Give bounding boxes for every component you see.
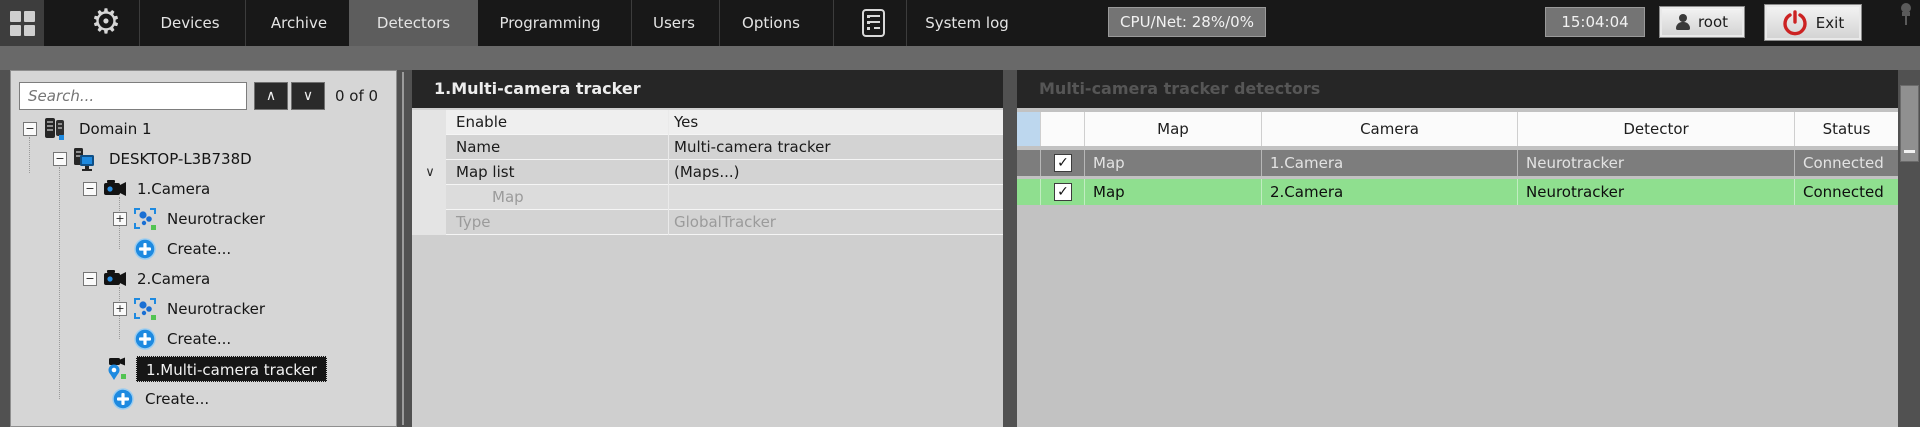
detector-table-row[interactable]: ✓ Map 2.Camera Neurotracker Connected <box>1017 179 1898 205</box>
create-icon <box>134 328 156 350</box>
cell-camera: 1.Camera <box>1262 150 1518 176</box>
property-value[interactable]: Multi-camera tracker <box>674 135 831 160</box>
panel-scrollbar[interactable] <box>1900 85 1919 162</box>
property-value[interactable]: (Maps...) <box>674 160 739 185</box>
cell-map: Map <box>1085 150 1262 176</box>
user-name: root <box>1697 13 1729 31</box>
tab-separator <box>245 0 246 46</box>
tab-archive[interactable]: Archive <box>256 0 342 46</box>
header-checkbox-column <box>1041 112 1085 146</box>
panel-splitter[interactable] <box>402 72 404 425</box>
chevron-down-icon[interactable]: ∨ <box>420 160 440 185</box>
exit-label: Exit <box>1815 13 1845 32</box>
domain-icon <box>45 118 64 140</box>
property-value[interactable]: Yes <box>674 110 698 135</box>
tree-collapse-toggle[interactable]: − <box>83 272 97 286</box>
objects-tree-panel: ∧ ∨ 0 of 0 − Domain 1 − <box>10 70 397 427</box>
power-icon <box>1783 9 1807 35</box>
exit-button[interactable]: Exit <box>1764 4 1862 41</box>
detectors-panel-header: Multi-camera tracker detectors <box>1017 70 1898 108</box>
user-button[interactable]: root <box>1659 6 1745 38</box>
clock-indicator: 15:04:04 <box>1545 7 1645 37</box>
neurotracker-icon <box>134 208 156 230</box>
gear-icon[interactable]: ⚙ <box>86 0 126 46</box>
row-checkbox[interactable]: ✓ <box>1054 183 1072 201</box>
tree-row-create-detector-2[interactable]: Create... <box>11 324 396 354</box>
tree-row-create-detector-1[interactable]: Create... <box>11 234 396 264</box>
user-icon <box>1675 14 1690 30</box>
create-icon <box>112 388 134 410</box>
tab-separator <box>719 0 720 46</box>
cpu-net-indicator: CPU/Net: 28%/0% <box>1108 7 1266 37</box>
tree-collapse-toggle[interactable]: − <box>53 152 67 166</box>
tab-devices[interactable]: Devices <box>146 0 234 46</box>
tab-system-log[interactable]: System log <box>914 0 1020 46</box>
tab-separator <box>631 0 632 46</box>
search-input[interactable] <box>19 82 247 110</box>
search-next-button[interactable]: ∨ <box>291 82 325 110</box>
cell-detector: Neurotracker <box>1518 179 1795 205</box>
camera-icon <box>104 270 126 286</box>
tab-detectors[interactable]: Detectors <box>349 0 478 46</box>
property-row-map-list[interactable]: ∨ Map list (Maps...) <box>425 160 1003 185</box>
create-icon <box>134 238 156 260</box>
property-row-name[interactable]: Name Multi-camera tracker <box>446 135 1003 160</box>
app-menu-button[interactable] <box>0 0 44 46</box>
tree-row-neurotracker-2[interactable]: + Neurotracker <box>11 294 396 324</box>
selected-tree-item-label: 1.Multi-camera tracker <box>136 356 327 382</box>
property-row-type: Type GlobalTracker <box>446 210 1003 235</box>
tree-row-create-tracker[interactable]: Create... <box>11 384 396 414</box>
host-icon <box>74 148 94 171</box>
row-checkbox[interactable]: ✓ <box>1054 154 1072 172</box>
pin-icon[interactable] <box>1897 2 1915 28</box>
app-menu-icon <box>9 10 35 36</box>
neurotracker-icon <box>134 298 156 320</box>
tree-row-neurotracker-1[interactable]: + Neurotracker <box>11 204 396 234</box>
multi-camera-tracker-icon <box>108 357 126 380</box>
tab-separator <box>906 0 907 46</box>
tree-row-domain[interactable]: − Domain 1 <box>11 114 396 144</box>
log-panel-icon[interactable] <box>862 9 885 37</box>
cell-status status-badge: Connected <box>1803 154 1884 172</box>
application-window: ⚙ Devices Archive Detectors Programming … <box>0 0 1920 427</box>
tab-programming[interactable]: Programming <box>480 0 620 46</box>
tree-row-camera-1[interactable]: − 1.Camera <box>11 174 396 204</box>
column-header-detector[interactable]: Detector <box>1518 112 1795 146</box>
tree-expand-toggle[interactable]: + <box>113 212 127 226</box>
tab-options[interactable]: Options <box>730 0 812 46</box>
cell-map: Map <box>1085 179 1262 205</box>
tree-collapse-toggle[interactable]: − <box>83 182 97 196</box>
search-match-count: 0 of 0 <box>335 87 379 105</box>
properties-panel-title: 1.Multi-camera tracker <box>434 79 641 98</box>
tab-separator <box>833 0 834 46</box>
camera-icon <box>104 180 126 196</box>
tab-users[interactable]: Users <box>639 0 709 46</box>
detectors-table-header: Map Camera Detector Status <box>1017 112 1898 146</box>
column-header-map[interactable]: Map <box>1085 112 1262 146</box>
property-row-enable[interactable]: Enable Yes <box>446 110 1003 135</box>
tree-row-camera-2[interactable]: − 2.Camera <box>11 264 396 294</box>
properties-panel: 1.Multi-camera tracker Enable Yes Name M… <box>412 70 1003 427</box>
column-header-status[interactable]: Status <box>1795 112 1898 146</box>
properties-panel-header: 1.Multi-camera tracker <box>412 70 1003 108</box>
property-value: GlobalTracker <box>674 213 776 231</box>
property-grid: Enable Yes Name Multi-camera tracker ∨ M… <box>412 110 1003 235</box>
detector-table-row[interactable]: ✓ Map 1.Camera Neurotracker Connected <box>1017 150 1898 176</box>
tree-expand-toggle[interactable]: + <box>113 302 127 316</box>
property-row-map[interactable]: Map <box>446 185 1003 210</box>
detectors-table-panel: Multi-camera tracker detectors Map Camer… <box>1017 70 1898 427</box>
cell-detector: Neurotracker <box>1518 150 1795 176</box>
column-header-camera[interactable]: Camera <box>1262 112 1518 146</box>
header-corner-cell <box>1017 112 1041 146</box>
window-gap <box>0 46 1920 70</box>
cell-status status-badge: Connected <box>1803 183 1884 201</box>
top-bar: ⚙ Devices Archive Detectors Programming … <box>0 0 1920 46</box>
cell-camera: 2.Camera <box>1262 179 1518 205</box>
detectors-panel-title: Multi-camera tracker detectors <box>1039 79 1321 98</box>
search-prev-button[interactable]: ∧ <box>254 82 288 110</box>
tree-collapse-toggle[interactable]: − <box>23 122 37 136</box>
tree-row-multi-camera-tracker[interactable]: 1.Multi-camera tracker <box>11 354 396 384</box>
tab-separator <box>139 0 140 46</box>
tree-row-host[interactable]: − DESKTOP-L3B738D <box>11 144 396 174</box>
